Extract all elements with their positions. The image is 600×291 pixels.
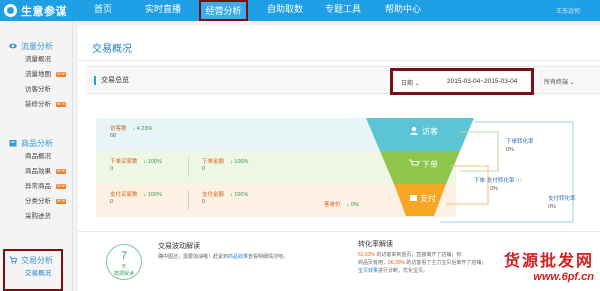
conversion-label: 支付转化率: [548, 196, 576, 202]
text-segment: 确中图还，需要加油哦！赶紧到: [158, 254, 229, 260]
funnel-stage-order: [380, 151, 460, 184]
sidebar-group-title: 流量分析: [21, 41, 53, 51]
text-segment: 商品页有用，: [358, 260, 389, 266]
sidebar-group-product: 商品分析 商品概况 商品效果 NEW 异常商品 NEW 分类分析 NEW 采购进货: [0, 137, 73, 224]
text-segment: 进行诊断，优化宝贝。: [378, 268, 429, 274]
badge-number: 7: [120, 250, 128, 262]
new-badge: NEW: [56, 199, 66, 204]
sidebar-item-label: 装修分析: [25, 101, 51, 108]
product-effect-link[interactable]: 宝贝效果: [358, 268, 378, 274]
sidebar-group-title: 商品分析: [21, 138, 53, 148]
conversion-interpretation-title: 转化率解读: [358, 241, 393, 248]
new-badge: NEW: [56, 102, 66, 107]
conversion-label: 下单转化率: [506, 139, 534, 145]
conversion-line-order-pay: [446, 165, 489, 205]
highlight-box: [3, 249, 63, 291]
sidebar-item-decoration-analysis[interactable]: 装修分析 NEW: [0, 97, 73, 112]
pay-icon: [410, 195, 417, 201]
eye-icon: [9, 42, 17, 50]
sidebar-item-label: 流量地图: [25, 71, 51, 78]
sidebar-item-traffic-overview[interactable]: 流量概况: [0, 52, 73, 67]
funnel-stage-visitor: [366, 118, 474, 151]
brand-logo[interactable]: 生意参谋: [4, 2, 67, 19]
text-segment: 查看明细情况吧。: [248, 254, 289, 260]
top-nav-bar: 生意参谋 首页 实时直播 经营分析 自助取数 专题工具 帮助中心 王东远何: [0, 0, 600, 21]
sidebar-group-traffic: 流量分析 流量概况 流量地图 NEW 访客分析 装修分析 NEW: [0, 40, 73, 112]
nav-realtime[interactable]: 实时直播: [140, 0, 186, 21]
conversion-value: 0%: [490, 186, 498, 192]
watermark: 货源批发网 www.6pf.cn: [504, 247, 594, 283]
watermark-url: www.6pf.cn: [533, 271, 594, 283]
conversion-line-order: [460, 131, 499, 172]
nav-topic-tools[interactable]: 专题工具: [320, 0, 366, 21]
conversion-value: 0%: [506, 147, 514, 153]
sidebar-item-abnormal-products[interactable]: 异常商品 NEW: [0, 179, 73, 194]
user-name[interactable]: 王东远何: [556, 6, 580, 15]
sidebar-item-visitor-analysis[interactable]: 访客分析: [0, 82, 73, 97]
sidebar-item-product-effect[interactable]: 商品效果 NEW: [0, 164, 73, 179]
brand-logo-icon: [4, 4, 17, 17]
sidebar-group-header[interactable]: 流量分析: [0, 40, 73, 52]
product-effect-link[interactable]: 商品效果: [228, 254, 248, 260]
nav-help-center[interactable]: 帮助中心: [380, 0, 426, 21]
sidebar-item-traffic-map[interactable]: 流量地图 NEW: [0, 67, 73, 82]
sidebar-group-header[interactable]: 商品分析: [0, 137, 73, 149]
funnel-stage-label: 支付: [420, 194, 436, 203]
funnel-stage-label: 访客: [422, 127, 438, 136]
sidebar-item-category-analysis[interactable]: 分类分析 NEW: [0, 194, 73, 209]
nav-business-analysis[interactable]: 经营分析: [199, 0, 248, 21]
nav-home[interactable]: 首页: [88, 0, 118, 21]
sidebar-item-label: 分类分析: [25, 198, 51, 205]
sidebar-item-label: 异常商品: [25, 183, 51, 190]
watermark-text: 货源批发网: [503, 253, 594, 270]
rate-value: 52.63%: [358, 252, 375, 258]
new-badge: NEW: [56, 169, 66, 174]
sidebar-item-label: 商品效果: [25, 168, 51, 175]
nav-self-service-data[interactable]: 自助取数: [262, 0, 308, 21]
seven-day-badge[interactable]: 7 天 数据解读: [106, 244, 142, 280]
text-segment: 的访客看了主力宝贝后离开了店铺；: [404, 260, 487, 266]
rate-value: 96.30%: [388, 260, 405, 266]
badge-unit: 天: [121, 264, 127, 270]
conversion-label[interactable]: 下单-支付转化率 ⓘ: [474, 176, 521, 184]
divider: [78, 231, 600, 232]
conversion-value: 0%: [548, 204, 556, 210]
sidebar: 流量分析 流量概况 流量地图 NEW 访客分析 装修分析 NEW 商品分析 商品概况…: [0, 21, 73, 291]
sidebar-item-product-overview[interactable]: 商品概况: [0, 149, 73, 164]
brand-name: 生意参谋: [21, 5, 67, 18]
trade-fluctuation-text: 确中图还，需要加油哦！赶紧到商品效果查看明细情况吧。: [158, 253, 328, 261]
new-badge: NEW: [56, 72, 66, 77]
box-icon: [9, 139, 17, 147]
conversion-funnel: [366, 118, 574, 223]
sidebar-item-purchase[interactable]: 采购进货: [0, 209, 73, 224]
new-badge: NEW: [56, 184, 66, 189]
funnel-stage-label: 下单: [422, 160, 438, 169]
text-segment: 的访客来到首页，直接离开了店铺；有: [374, 252, 462, 258]
badge-caption: 数据解读: [113, 271, 134, 277]
trade-fluctuation-title: 交易波动解读: [158, 243, 200, 250]
